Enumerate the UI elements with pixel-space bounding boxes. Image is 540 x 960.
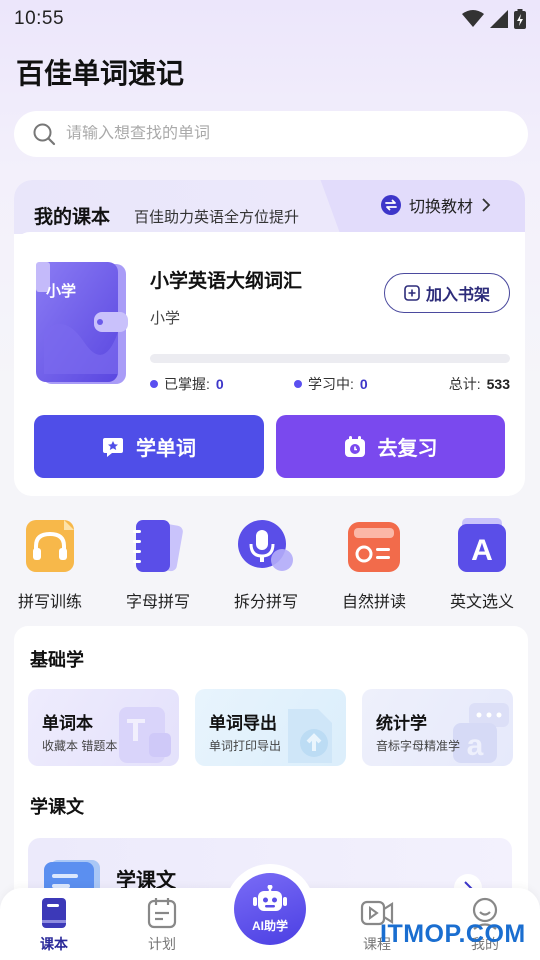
microphone-icon <box>238 520 293 571</box>
feature-label: 自然拼读 <box>341 594 406 611</box>
feature-label: 拆分拼写 <box>233 594 298 611</box>
tab-label: 计划 <box>148 936 176 952</box>
switch-icon <box>381 195 401 215</box>
feature-split-spelling[interactable]: 拆分拼写 <box>216 518 316 612</box>
switch-label: 切换教材 <box>409 199 474 216</box>
learn-words-label: 学单词 <box>136 438 196 460</box>
mastered-label: 已掌握: <box>164 376 210 392</box>
basic-section-title: 基础学 <box>28 646 84 674</box>
book-name: 小学英语大纲词汇 <box>150 271 303 292</box>
site-watermark: ITMOP.COM <box>380 920 526 948</box>
ai-button-inner: AI助学 <box>234 873 306 945</box>
letter-a-icon: A <box>458 518 506 572</box>
switch-textbook-button[interactable]: 切换教材 <box>381 193 491 217</box>
feature-row: 拼写训练 字母拼写 拆分拼写 自然拼读 A 英文选义 <box>0 518 540 612</box>
card-subtitle: 百佳助力英语全方位提升 <box>134 209 300 226</box>
ai-label: AI助学 <box>251 918 288 933</box>
star-chat-icon <box>103 437 123 457</box>
tile-word-export[interactable]: 单词导出 单词打印导出 <box>195 689 346 766</box>
status-bar: 10:55 <box>0 0 540 38</box>
tab-plan[interactable]: 计划 <box>127 896 197 954</box>
mastered-dot <box>150 380 158 388</box>
tab-textbook[interactable]: 课本 <box>19 896 89 954</box>
book-cover-image[interactable]: 小学 <box>34 262 128 386</box>
my-textbook-card: 我的课本 百佳助力英语全方位提升 切换教材 小学 小学英语大纲词汇 小学 加入书… <box>14 180 525 496</box>
feature-english-meaning[interactable]: A 英文选义 <box>432 518 532 612</box>
add-shelf-label: 加入书架 <box>425 287 490 304</box>
feature-spelling-training[interactable]: 拼写训练 <box>0 518 100 612</box>
signal-icon <box>490 10 508 28</box>
learning-value: 0 <box>359 376 368 392</box>
notebook-icon <box>133 520 183 572</box>
search-icon <box>33 123 56 146</box>
feature-phonics[interactable]: 自然拼读 <box>324 518 424 612</box>
book-level: 小学 <box>150 310 181 327</box>
search-input[interactable] <box>66 125 486 143</box>
status-icons <box>462 9 526 29</box>
feature-letter-spelling[interactable]: 字母拼写 <box>108 518 208 612</box>
total-value: 533 <box>486 376 510 392</box>
learning-label: 学习中: <box>308 376 354 392</box>
tile-title: 统计学 <box>376 714 427 733</box>
status-time: 10:55 <box>14 8 65 29</box>
feature-label: 英文选义 <box>449 594 514 611</box>
svg-text:A: A <box>471 534 493 567</box>
app-title: 百佳单词速记 <box>16 58 185 89</box>
search-bar[interactable] <box>14 111 528 157</box>
tile-desc: 单词打印导出 <box>209 739 282 753</box>
learning-progress-bar <box>150 354 510 363</box>
stat-mastered: 已掌握: 0 <box>150 374 224 394</box>
tile-wordbook[interactable]: 单词本 收藏本 错题本 <box>28 689 179 766</box>
plus-square-icon <box>404 285 420 301</box>
review-button[interactable]: 去复习 <box>276 415 505 478</box>
book-icon <box>42 898 66 928</box>
add-to-shelf-button[interactable]: 加入书架 <box>384 273 510 313</box>
headphones-icon <box>26 520 74 572</box>
review-label: 去复习 <box>377 438 438 460</box>
learn-words-button[interactable]: 学单词 <box>34 415 264 478</box>
radio-icon <box>348 522 400 572</box>
feature-label: 字母拼写 <box>125 594 190 611</box>
card-title: 我的课本 <box>34 207 111 228</box>
stat-total: 总计: 533 <box>449 374 510 394</box>
learning-dot <box>294 380 302 388</box>
lessons-section-title: 学课文 <box>28 793 84 821</box>
mastered-value: 0 <box>215 376 224 392</box>
tile-title: 单词本 <box>42 714 93 733</box>
tile-desc: 收藏本 错题本 <box>42 739 118 753</box>
robot-icon <box>253 884 287 911</box>
total-label: 总计: <box>448 376 481 392</box>
feature-label: 拼写训练 <box>17 594 82 611</box>
tab-label: 课本 <box>40 936 68 952</box>
tile-desc: 音标字母精准学 <box>376 739 461 753</box>
tile-title: 单词导出 <box>209 714 277 733</box>
battery-icon <box>514 9 526 29</box>
stat-learning: 学习中: 0 <box>294 374 368 394</box>
tile-statistics[interactable]: 统计学 音标字母精准学 a <box>362 689 513 766</box>
chevron-right-icon <box>482 198 491 212</box>
wifi-icon <box>462 10 484 27</box>
calendar-clock-icon <box>344 435 365 457</box>
ai-assistant-button[interactable]: AI助学 <box>225 864 315 954</box>
book-cover-label: 小学 <box>46 282 76 300</box>
calendar-icon <box>147 898 177 929</box>
